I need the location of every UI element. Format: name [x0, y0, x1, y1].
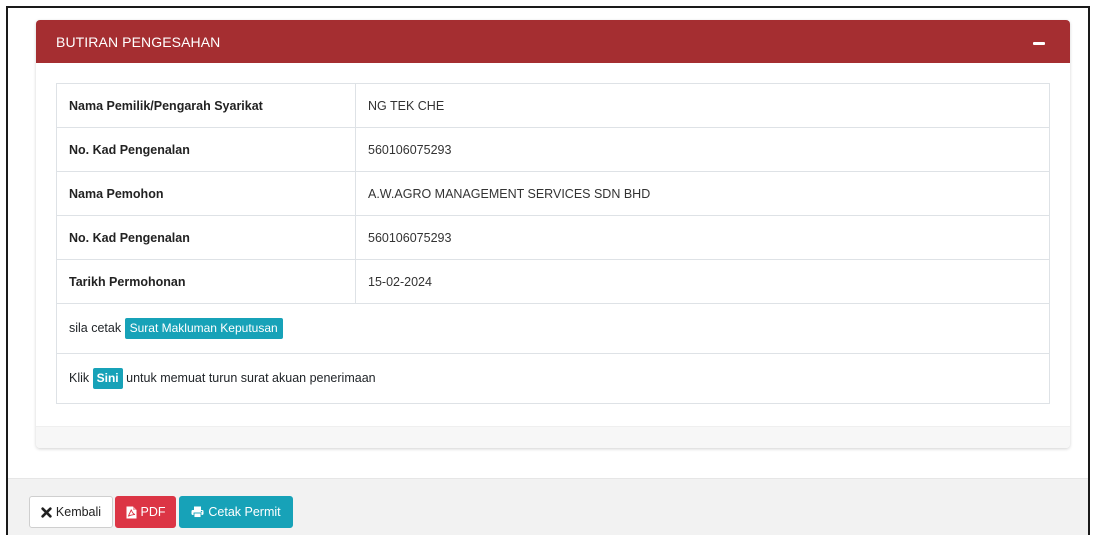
applicant-ic-value: 560106075293	[355, 215, 1050, 260]
print-permit-button[interactable]: Cetak Permit	[179, 496, 293, 528]
details-table: Nama Pemilik/Pengarah Syarikat NG TEK CH…	[56, 83, 1050, 404]
owner-name-value: NG TEK CHE	[355, 83, 1050, 128]
print-note-cell: sila cetak Surat Makluman Keputusan	[56, 303, 1050, 354]
owner-name-label: Nama Pemilik/Pengarah Syarikat	[56, 83, 356, 128]
pdf-button-label: PDF	[140, 505, 166, 519]
page-frame: BUTIRAN PENGESAHAN Nama Pemilik/Pengarah…	[6, 6, 1090, 535]
approval-details-panel: BUTIRAN PENGESAHAN Nama Pemilik/Pengarah…	[36, 20, 1070, 448]
download-here-button[interactable]: Sini	[92, 367, 123, 390]
download-note-cell: Klik Sini untuk memuat turun surat akuan…	[56, 353, 1050, 404]
decision-letter-button[interactable]: Surat Makluman Keputusan	[124, 317, 283, 340]
owner-ic-value: 560106075293	[355, 127, 1050, 172]
table-row: Nama Pemilik/Pengarah Syarikat NG TEK CH…	[56, 83, 1050, 128]
table-row: No. Kad Pengenalan 560106075293	[56, 215, 1050, 260]
action-bar: Kembali PDF Cetak Permit	[8, 478, 1088, 535]
table-row: Nama Pemohon A.W.AGRO MANAGEMENT SERVICE…	[56, 171, 1050, 216]
application-date-value: 15-02-2024	[355, 259, 1050, 304]
download-note-suffix: untuk memuat turun surat akuan penerimaa…	[126, 370, 376, 385]
table-row: Tarikh Permohonan 15-02-2024	[56, 259, 1050, 304]
times-icon	[41, 506, 52, 518]
owner-ic-label: No. Kad Pengenalan	[56, 127, 356, 172]
print-icon	[191, 506, 204, 518]
panel-header: BUTIRAN PENGESAHAN	[36, 20, 1070, 63]
applicant-ic-label: No. Kad Pengenalan	[56, 215, 356, 260]
application-date-label: Tarikh Permohonan	[56, 259, 356, 304]
table-row: sila cetak Surat Makluman Keputusan	[56, 303, 1050, 354]
applicant-name-label: Nama Pemohon	[56, 171, 356, 216]
panel-title: BUTIRAN PENGESAHAN	[56, 33, 221, 50]
back-button-label: Kembali	[55, 505, 102, 519]
minus-icon[interactable]	[1032, 35, 1046, 49]
applicant-name-value: A.W.AGRO MANAGEMENT SERVICES SDN BHD	[355, 171, 1050, 216]
print-permit-label: Cetak Permit	[208, 505, 281, 519]
panel-body: Nama Pemilik/Pengarah Syarikat NG TEK CH…	[36, 63, 1070, 423]
table-row: Klik Sini untuk memuat turun surat akuan…	[56, 353, 1050, 404]
panel-footer	[36, 426, 1070, 448]
pdf-button[interactable]: PDF	[115, 496, 176, 528]
back-button[interactable]: Kembali	[29, 496, 113, 528]
pdf-file-icon	[126, 506, 137, 519]
table-row: No. Kad Pengenalan 560106075293	[56, 127, 1050, 172]
print-note-text: sila cetak	[69, 320, 122, 335]
download-note-prefix: Klik	[69, 370, 90, 385]
